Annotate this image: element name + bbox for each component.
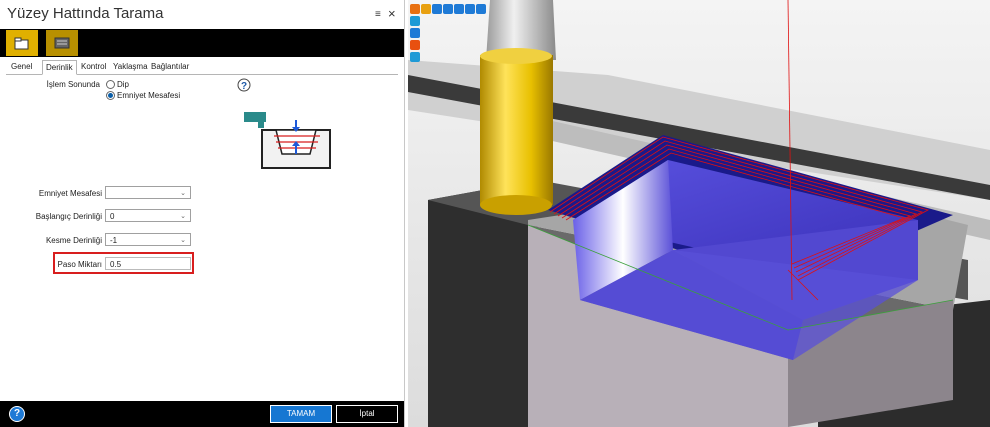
tab-genel[interactable]: Genel (8, 60, 35, 73)
start-depth-label: Başlangıç Derinliği (35, 212, 102, 221)
ok-button[interactable]: TAMAM (270, 405, 332, 423)
machining-scene (408, 0, 990, 427)
chevron-down-icon: ⌄ (180, 190, 186, 197)
depth-diagram-icon (244, 112, 331, 169)
dialog-title: Yüzey Hattında Tarama (7, 5, 164, 22)
chevron-down-icon: ⌄ (180, 237, 186, 244)
factory-icon[interactable] (421, 4, 431, 14)
svg-text:?: ? (241, 81, 247, 92)
radio-emniyet-label: Emniyet Mesafesi (117, 91, 181, 100)
operation-dialog: Yüzey Hattında Tarama ≡ × Genel Derinlik… (0, 0, 405, 427)
folder-icon (14, 37, 29, 50)
up-arrow-icon[interactable] (443, 4, 453, 14)
safety-label: Emniyet Mesafesi (38, 189, 102, 198)
zoom-icon[interactable] (454, 4, 464, 14)
radio-dip[interactable] (106, 80, 115, 89)
tab-derinlik[interactable]: Derinlik (42, 60, 77, 75)
dialog-toolbar (0, 29, 404, 57)
tab-baglantilar[interactable]: Bağlantılar (148, 60, 192, 73)
info-icon[interactable] (410, 52, 420, 62)
step-value: 0.5 (110, 260, 122, 269)
pan-icon[interactable] (476, 4, 486, 14)
tab-yaklasma[interactable]: Yaklaşma (110, 60, 151, 73)
start-depth-dropdown[interactable]: 0 ⌄ (105, 209, 191, 222)
cut-depth-value: -1 (110, 236, 118, 245)
cut-depth-label: Kesme Derinliği (45, 236, 102, 245)
pin-icon[interactable]: ≡ (375, 9, 381, 20)
fit-icon[interactable] (465, 4, 475, 14)
cam-3d-viewport[interactable] (408, 0, 990, 427)
tool-icon (54, 37, 70, 49)
tab-bar: Genel Derinlik Kontrol Yaklaşma Bağlantı… (6, 60, 398, 75)
help-question-icon[interactable]: ? (237, 78, 251, 92)
help-icon[interactable]: ? (9, 406, 25, 422)
folder-button[interactable] (6, 30, 38, 56)
view-cube-icon[interactable] (410, 16, 420, 26)
cancel-button[interactable]: İptal (336, 405, 398, 423)
safety-dropdown[interactable]: ⌄ (105, 186, 191, 199)
chevron-down-icon: ⌄ (180, 213, 186, 220)
dialog-titlebar: Yüzey Hattında Tarama ≡ × (0, 0, 404, 28)
close-icon[interactable]: × (388, 6, 396, 21)
dialog-footer: ? TAMAM İptal (0, 401, 404, 427)
shade-icon[interactable] (410, 40, 420, 50)
home-icon[interactable] (410, 4, 420, 14)
end-label: İşlem Sonunda (46, 80, 100, 89)
tool-button[interactable] (46, 30, 78, 56)
radio-dip-label: Dip (117, 80, 130, 89)
tab-kontrol[interactable]: Kontrol (78, 60, 109, 73)
cut-depth-dropdown[interactable]: -1 ⌄ (105, 233, 191, 246)
step-input[interactable]: 0.5 (105, 257, 191, 270)
start-depth-value: 0 (110, 212, 115, 221)
rotate-icon[interactable] (410, 28, 420, 38)
stats-icon[interactable] (432, 4, 442, 14)
radio-emniyet[interactable] (106, 91, 115, 100)
step-label: Paso Miktarı (57, 260, 102, 269)
